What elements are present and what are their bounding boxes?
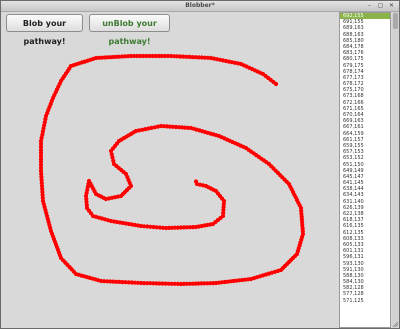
titlebar[interactable]: Blobber* – ▢ ✕ xyxy=(1,1,399,12)
coordinates-list[interactable]: 692,155 691,155 689,163 688,163 685,180 684,1… xyxy=(339,12,391,328)
drawing-canvas[interactable] xyxy=(1,36,336,328)
blob-dot xyxy=(193,179,199,184)
blob-pathway xyxy=(38,53,306,287)
window-title: Blobber* xyxy=(185,2,215,9)
close-icon[interactable]: ✕ xyxy=(387,2,396,9)
window-controls: – ▢ ✕ xyxy=(365,2,396,9)
unblob-pathway-button[interactable]: unBlob your pathway! xyxy=(89,14,170,46)
app-window: Blobber* – ▢ ✕ Blob your pathway! unBlob… xyxy=(0,0,400,329)
coord-list-item[interactable]: 571,125 xyxy=(340,298,390,304)
resize-grip-icon[interactable] xyxy=(392,321,398,327)
blob-pathway-button[interactable]: Blob your pathway! xyxy=(6,14,83,46)
scroll-thumb[interactable] xyxy=(393,13,398,29)
maximize-icon[interactable]: ▢ xyxy=(376,2,385,9)
minimize-icon[interactable]: – xyxy=(365,2,374,9)
list-scrollbar[interactable] xyxy=(392,12,399,328)
